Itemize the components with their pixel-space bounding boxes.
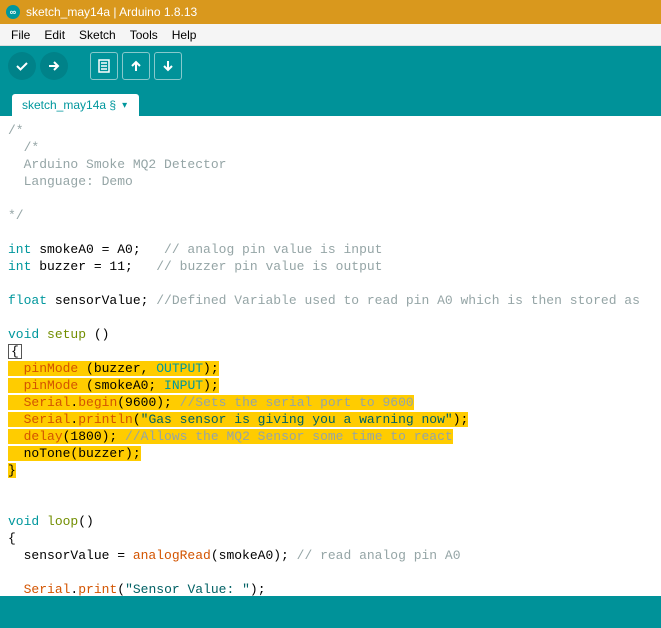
code-text: "Gas sensor is giving you a warning now" [141,412,453,427]
open-button[interactable] [122,52,150,80]
highlighted-line: noTone(buzzer); [8,446,141,461]
code-text: //Sets the serial port to 9600 [180,395,414,410]
tab-label: sketch_may14a § [22,98,116,112]
toolbar [0,46,661,86]
verify-button[interactable] [8,52,36,80]
code-text: void [8,327,39,342]
cursor-position: { [8,344,22,359]
code-text [8,412,24,427]
code-text [8,429,24,444]
menu-edit[interactable]: Edit [37,28,72,42]
code-text [8,361,24,376]
code-text: ); [453,412,469,427]
code-text: OUTPUT [156,361,203,376]
code-text: "Sensor Value: " [125,582,250,596]
title-bar: ∞ sketch_may14a | Arduino 1.8.13 [0,0,661,24]
code-text: Arduino Smoke MQ2 Detector [8,157,226,172]
highlighted-line: } [8,463,16,478]
menu-tools[interactable]: Tools [123,28,165,42]
save-button[interactable] [154,52,182,80]
check-icon [14,58,30,74]
code-text: /* [8,123,24,138]
highlighted-line: Serial.begin(9600); //Sets the serial po… [8,395,414,410]
code-text: void [8,514,39,529]
code-text: int [8,242,31,257]
code-text: //Defined Variable used to read pin A0 w… [156,293,640,308]
code-text: ( [117,582,125,596]
code-text: float [8,293,47,308]
highlighted-line: Serial.println("Gas sensor is giving you… [8,412,468,427]
code-text: sensorValue = [8,548,133,563]
code-text: pinMode [24,361,79,376]
code-text [8,582,24,596]
menu-file[interactable]: File [4,28,37,42]
code-text [8,378,24,393]
new-button[interactable] [90,52,118,80]
code-text: /* [8,140,39,155]
upload-button[interactable] [40,52,68,80]
code-text: loop [39,514,78,529]
code-text: sensorValue; [47,293,156,308]
arrow-up-icon [128,58,144,74]
file-icon [96,58,112,74]
tab-dropdown-icon[interactable]: ▾ [122,100,127,111]
code-text: Serial [24,412,71,427]
code-text: { [8,531,16,546]
menu-help[interactable]: Help [165,28,204,42]
code-text: delay [24,429,63,444]
menu-bar: File Edit Sketch Tools Help [0,24,661,46]
code-text [8,395,24,410]
code-text: ); [203,378,219,393]
tab-bar: sketch_may14a § ▾ [0,86,661,116]
code-text: Language: Demo [8,174,133,189]
code-text: // buzzer pin value is output [156,259,382,274]
code-editor[interactable]: /* /* Arduino Smoke MQ2 Detector Languag… [0,116,661,596]
highlighted-line: delay(1800); //Allows the MQ2 Sensor som… [8,429,453,444]
code-text: ); [250,582,266,596]
code-text: (smokeA0; [78,378,164,393]
code-text: print [78,582,117,596]
code-text: Serial [24,395,71,410]
arduino-logo-icon: ∞ [6,5,20,19]
tab-sketch[interactable]: sketch_may14a § ▾ [12,94,139,116]
code-text: //Allows the MQ2 Sensor some time to rea… [125,429,453,444]
code-text: setup [39,327,86,342]
code-text: int [8,259,31,274]
code-text: buzzer = 11; [31,259,156,274]
code-text: ); [203,361,219,376]
window-title: sketch_may14a | Arduino 1.8.13 [26,5,197,19]
highlighted-line: pinMode (buzzer, OUTPUT); [8,361,219,376]
code-text: INPUT [164,378,203,393]
code-text: begin [78,395,117,410]
menu-sketch[interactable]: Sketch [72,28,123,42]
status-footer [0,596,661,628]
code-text: */ [8,208,24,223]
arrow-right-icon [46,58,62,74]
code-text: analogRead [133,548,211,563]
code-text: // analog pin value is input [164,242,382,257]
code-text: () [78,514,94,529]
arrow-down-icon [160,58,176,74]
highlighted-line: pinMode (smokeA0; INPUT); [8,378,219,393]
code-text: (buzzer, [78,361,156,376]
code-text: pinMode [24,378,79,393]
code-text: () [86,327,109,342]
code-text: Serial [24,582,71,596]
code-text: (smokeA0); [211,548,297,563]
code-text: ( [133,412,141,427]
code-text: // read analog pin A0 [297,548,461,563]
code-text: smokeA0 = A0; [31,242,164,257]
code-text: (9600); [117,395,179,410]
code-text: (1800); [63,429,125,444]
code-text: println [78,412,133,427]
